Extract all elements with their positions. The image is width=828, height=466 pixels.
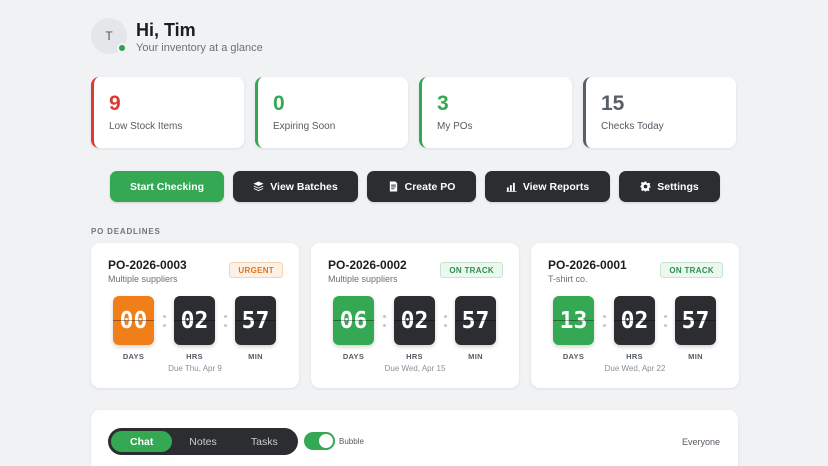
days-unit: DAYS <box>562 352 585 361</box>
stat-card-expiring-soon[interactable]: 0 Expiring Soon <box>255 77 408 148</box>
po-due-date: Due Thu, Apr 9 <box>168 364 222 373</box>
countdown-timer: 13 DAYS 02 HRS 57 MIN <box>553 296 716 361</box>
create-po-button[interactable]: Create PO <box>367 171 476 202</box>
bubble-toggle-label: Bubble <box>339 437 364 446</box>
chat-panel: Chat Notes Tasks Bubble Everyone <box>91 410 738 466</box>
separator <box>215 296 235 345</box>
audience-selector[interactable]: Everyone <box>682 437 720 447</box>
po-supplier: Multiple suppliers <box>328 274 398 284</box>
po-id: PO-2026-0002 <box>328 258 407 272</box>
hours-tile: 02 <box>394 296 435 345</box>
minutes-unit: MIN <box>248 352 263 361</box>
po-id: PO-2026-0001 <box>548 258 627 272</box>
po-card[interactable]: PO-2026-0002 Multiple suppliers ON TRACK… <box>311 243 519 388</box>
stat-card-checks-today[interactable]: 15 Checks Today <box>583 77 736 148</box>
status-badge: URGENT <box>229 262 283 278</box>
tab-tasks[interactable]: Tasks <box>234 431 295 452</box>
stat-label: Checks Today <box>601 121 664 132</box>
separator <box>374 296 394 345</box>
hours-unit: HRS <box>186 352 203 361</box>
avatar[interactable]: T <box>91 18 127 54</box>
po-due-date: Due Wed, Apr 22 <box>604 364 666 373</box>
action-bar: Start Checking View Batches Create PO Vi… <box>110 171 720 202</box>
avatar-initial: T <box>105 29 113 43</box>
tab-chat[interactable]: Chat <box>111 431 173 452</box>
stat-label: Low Stock Items <box>109 121 183 132</box>
stats-row: 9 Low Stock Items 0 Expiring Soon 3 My P… <box>91 77 736 148</box>
bar-chart-icon <box>506 182 517 192</box>
countdown-timer: 00 DAYS 02 HRS 57 MIN <box>113 296 276 361</box>
days-unit: DAYS <box>122 352 145 361</box>
status-badge: ON TRACK <box>660 262 723 278</box>
online-status-icon <box>117 43 127 53</box>
stat-value: 15 <box>601 92 625 115</box>
header: T Hi, Tim Your inventory at a glance <box>91 18 263 54</box>
hours-tile: 02 <box>174 296 215 345</box>
gear-icon <box>640 181 651 192</box>
hours-tile: 02 <box>614 296 655 345</box>
greeting-subtitle: Your inventory at a glance <box>136 41 263 54</box>
tab-notes[interactable]: Notes <box>172 431 233 452</box>
stat-value: 3 <box>437 92 449 115</box>
status-badge: ON TRACK <box>440 262 503 278</box>
stat-value: 9 <box>109 92 121 115</box>
stat-card-low-stock[interactable]: 9 Low Stock Items <box>91 77 244 148</box>
greeting-title: Hi, Tim <box>136 19 196 40</box>
separator <box>594 296 614 345</box>
po-supplier: Multiple suppliers <box>108 274 178 284</box>
days-tile: 00 <box>113 296 154 345</box>
stat-value: 0 <box>273 92 285 115</box>
view-reports-button[interactable]: View Reports <box>485 171 610 202</box>
bubble-toggle[interactable] <box>304 432 335 450</box>
minutes-unit: MIN <box>468 352 483 361</box>
hours-unit: HRS <box>626 352 643 361</box>
document-icon <box>389 181 397 192</box>
separator <box>655 296 675 345</box>
start-checking-button[interactable]: Start Checking <box>110 171 224 202</box>
button-label: View Reports <box>522 180 590 193</box>
stat-label: Expiring Soon <box>273 121 336 132</box>
days-unit: DAYS <box>342 352 365 361</box>
view-batches-button[interactable]: View Batches <box>233 171 358 202</box>
button-label: Settings <box>657 180 699 193</box>
minutes-tile: 57 <box>675 296 716 345</box>
stat-card-my-pos[interactable]: 3 My POs <box>419 77 572 148</box>
days-tile: 06 <box>333 296 374 345</box>
settings-button[interactable]: Settings <box>619 171 720 202</box>
minutes-unit: MIN <box>688 352 703 361</box>
po-supplier: T-shirt co. <box>548 274 588 284</box>
days-tile: 13 <box>553 296 594 345</box>
chat-tabs: Chat Notes Tasks <box>108 428 298 455</box>
minutes-tile: 57 <box>455 296 496 345</box>
layers-icon <box>253 181 264 192</box>
hours-unit: HRS <box>406 352 423 361</box>
countdown-timer: 06 DAYS 02 HRS 57 MIN <box>333 296 496 361</box>
po-deadlines-heading: PO DEADLINES <box>91 227 161 236</box>
po-card[interactable]: PO-2026-0003 Multiple suppliers URGENT 0… <box>91 243 299 388</box>
separator <box>435 296 455 345</box>
button-label: View Batches <box>270 180 338 193</box>
separator <box>154 296 174 345</box>
po-card[interactable]: PO-2026-0001 T-shirt co. ON TRACK 13 DAY… <box>531 243 739 388</box>
stat-label: My POs <box>437 121 473 132</box>
po-due-date: Due Wed, Apr 15 <box>384 364 446 373</box>
minutes-tile: 57 <box>235 296 276 345</box>
button-label: Create PO <box>404 180 456 193</box>
po-deadlines-list: PO-2026-0003 Multiple suppliers URGENT 0… <box>91 243 739 388</box>
button-label: Start Checking <box>129 180 205 193</box>
po-id: PO-2026-0003 <box>108 258 187 272</box>
